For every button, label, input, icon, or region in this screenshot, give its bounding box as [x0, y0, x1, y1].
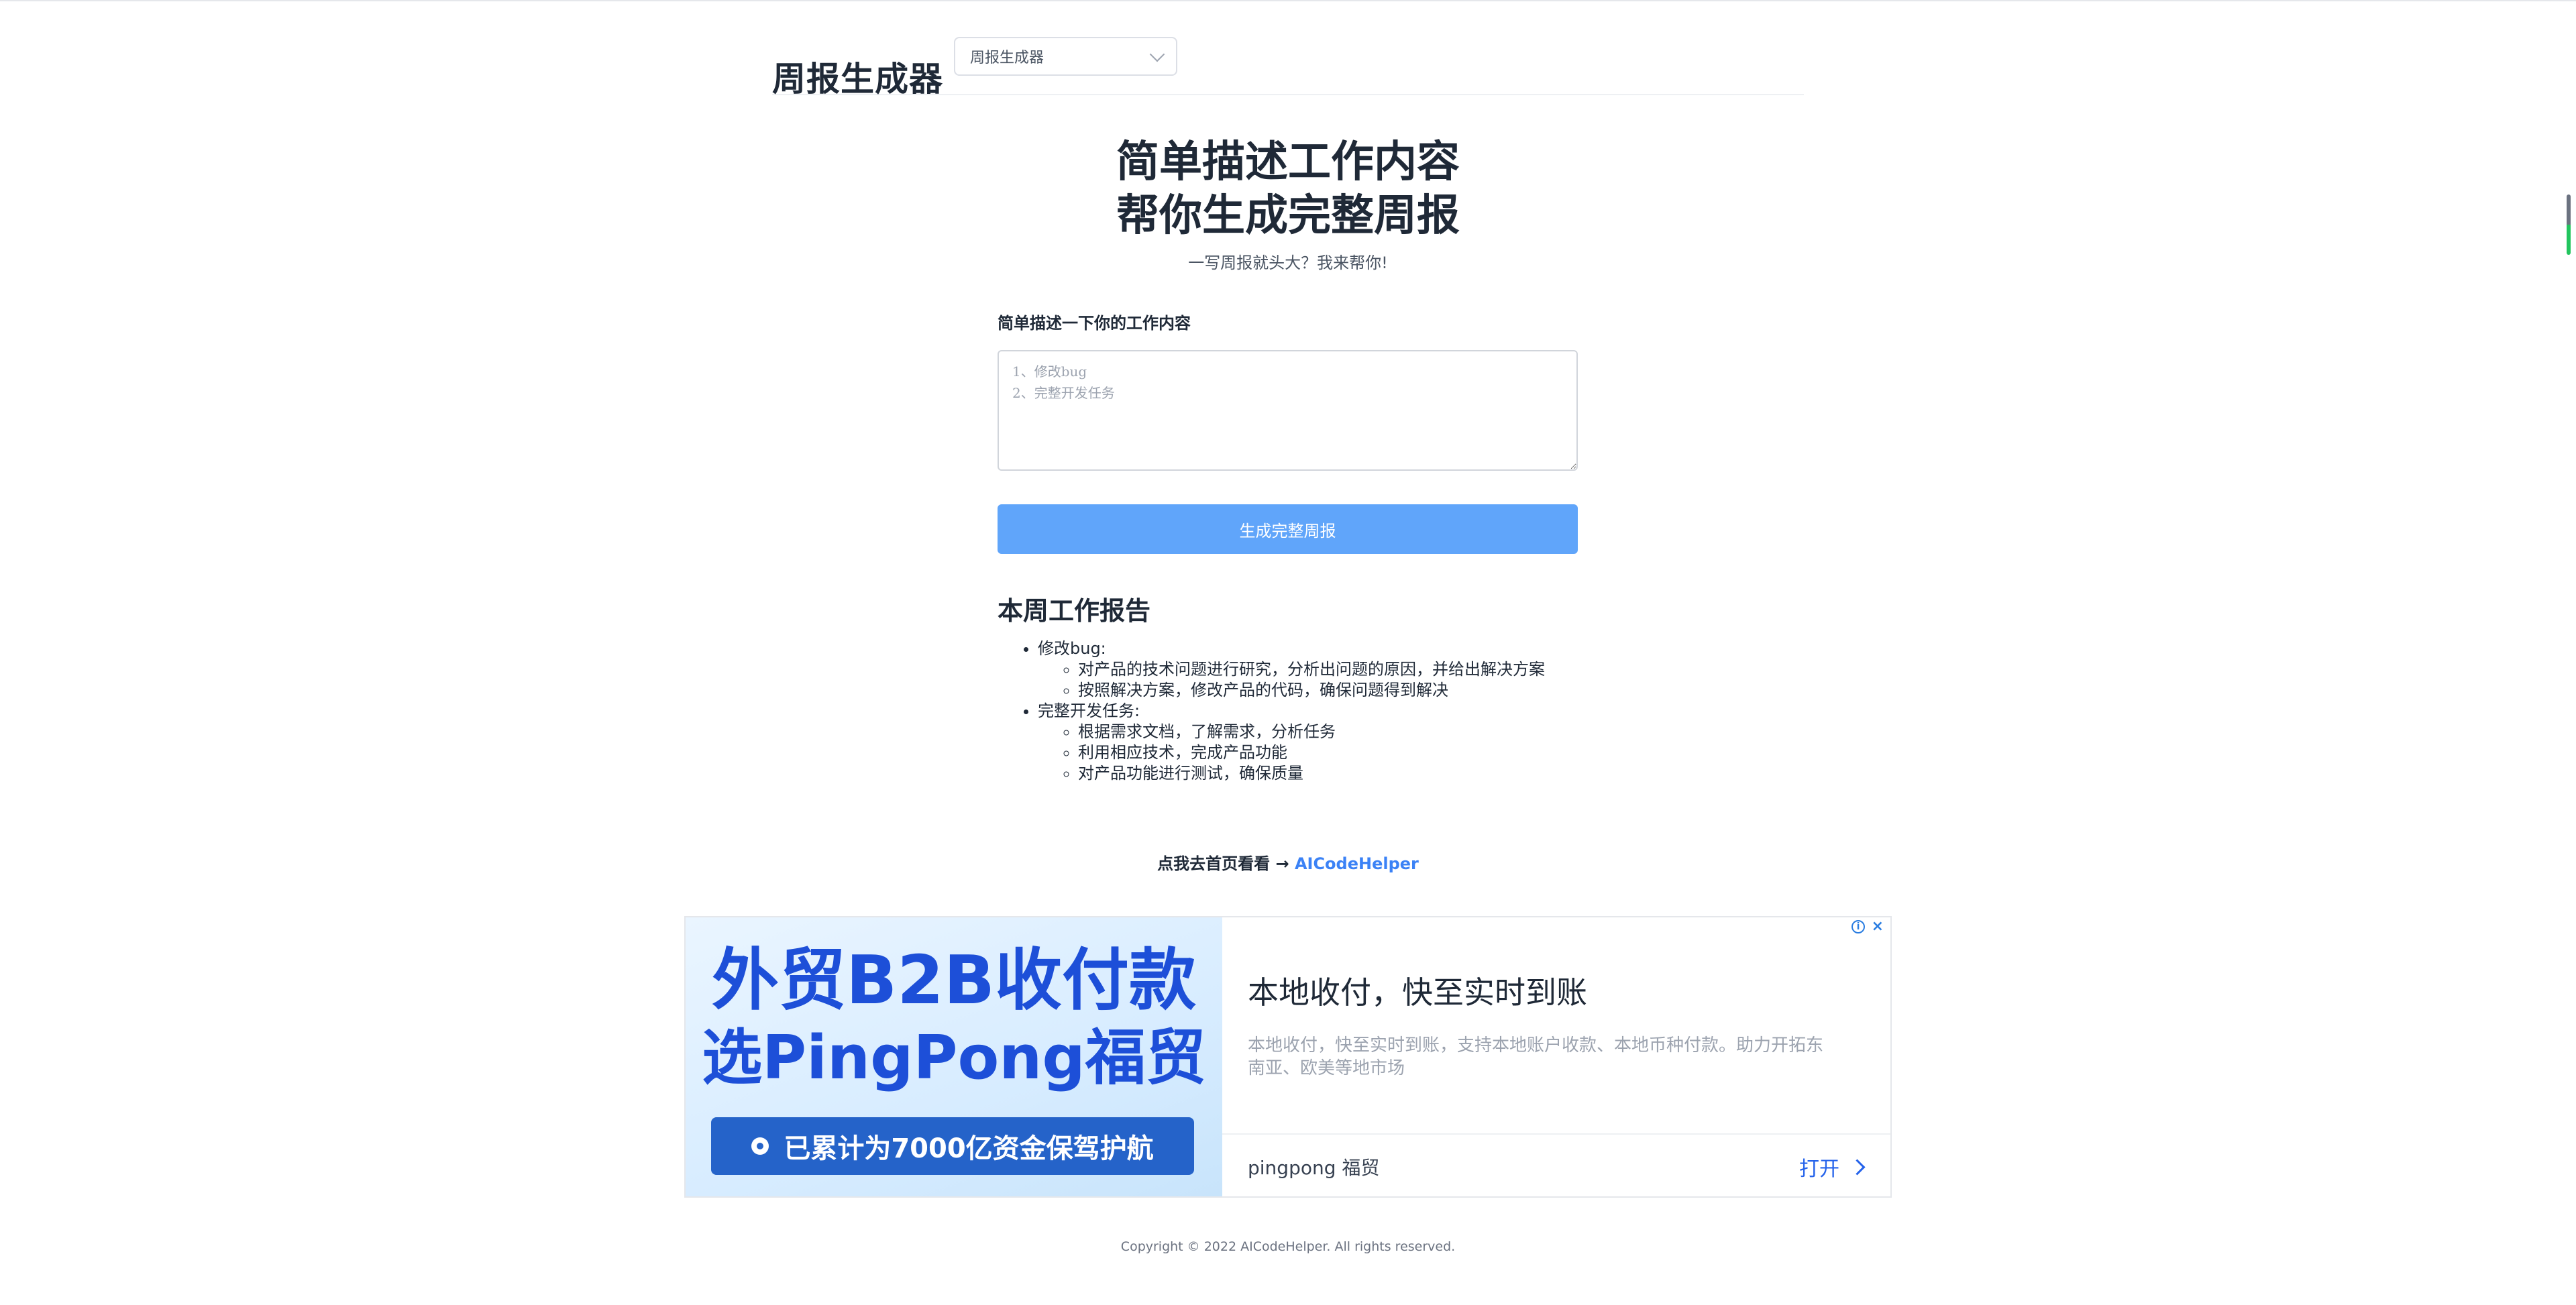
tool-select-value: 周报生成器 — [970, 50, 1044, 66]
report-title: 本周工作报告 — [998, 596, 1151, 626]
report-item: 对产品功能进行测试，确保质量 — [1078, 763, 1601, 784]
ad-open-button[interactable]: 打开 — [1799, 1152, 1866, 1182]
hero-title-line2: 帮你生成完整周报 — [1116, 191, 1460, 241]
report-section-title: 完整开发任务: — [1038, 701, 1140, 720]
ad-badge: 已累计为7000亿资金保驾护航 — [711, 1117, 1194, 1175]
report-section-title: 修改bug: — [1038, 639, 1106, 658]
hero-title-line1: 简单描述工作内容 — [1116, 137, 1460, 187]
page: 周报生成器 周报生成器 简单描述工作内容 帮你生成完整周报 一写周报就头大？我来… — [0, 0, 2576, 1305]
chevron-right-icon — [1849, 1158, 1866, 1176]
advertisement[interactable]: 外贸B2B收付款 选PingPong福贸 已累计为7000亿资金保驾护航 本地收… — [684, 916, 1892, 1198]
header: 周报生成器 周报生成器 — [772, 20, 1804, 99]
report-sublist: 根据需求文档，了解需求，分析任务 利用相应技术，完成产品功能 对产品功能进行测试… — [1038, 722, 1601, 784]
hero-subtitle: 一写周报就头大？我来帮你! — [1188, 253, 1388, 272]
ad-advertiser: pingpong 福贸 — [1248, 1157, 1380, 1179]
report-list: 修改bug: 对产品的技术问题进行研究，分析出问题的原因，并给出解决方案 按照解… — [998, 638, 1601, 784]
report-item: 根据需求文档，了解需求，分析任务 — [1078, 722, 1601, 742]
ad-heading[interactable]: 本地收付，快至实时到账 — [1248, 968, 1587, 1013]
app-title: 周报生成器 — [772, 60, 943, 99]
report-section: 完整开发任务: 根据需求文档，了解需求，分析任务 利用相应技术，完成产品功能 对… — [1038, 701, 1601, 784]
report-section: 修改bug: 对产品的技术问题进行研究，分析出问题的原因，并给出解决方案 按照解… — [1038, 638, 1601, 701]
top-divider — [0, 0, 2576, 1]
ad-headline-line2: 选PingPong福贸 — [702, 1023, 1206, 1093]
report-sublist: 对产品的技术问题进行研究，分析出问题的原因，并给出解决方案 按照解决方案，修改产… — [1038, 659, 1601, 701]
report-item: 利用相应技术，完成产品功能 — [1078, 742, 1601, 763]
ad-divider — [1222, 1133, 1890, 1135]
home-link-row: 点我去首页看看 → AICodeHelper — [885, 850, 1690, 874]
work-content-input[interactable] — [998, 350, 1578, 471]
ad-close-icon[interactable]: × — [1872, 919, 1884, 935]
scrollbar-thumb[interactable] — [2567, 194, 2571, 255]
work-content-label: 简单描述一下你的工作内容 — [998, 314, 1191, 333]
tool-select[interactable]: 周报生成器 — [954, 37, 1177, 76]
home-link-prefix: 点我去首页看看 → — [1157, 854, 1289, 873]
ad-banner-image[interactable]: 外贸B2B收付款 选PingPong福贸 已累计为7000亿资金保驾护航 — [686, 917, 1222, 1196]
chevron-down-icon — [1149, 46, 1165, 62]
ad-info-icon[interactable]: i — [1851, 920, 1865, 933]
generate-report-button[interactable]: 生成完整周报 — [998, 504, 1578, 554]
home-link[interactable]: AICodeHelper — [1295, 854, 1419, 873]
report-item: 按照解决方案，修改产品的代码，确保问题得到解决 — [1078, 680, 1601, 701]
report-item: 对产品的技术问题进行研究，分析出问题的原因，并给出解决方案 — [1078, 659, 1601, 680]
ad-open-label: 打开 — [1799, 1157, 1839, 1181]
footer-copyright: Copyright © 2022 AICodeHelper. All right… — [1120, 1239, 1456, 1254]
report-content: 修改bug: 对产品的技术问题进行研究，分析出问题的原因，并给出解决方案 按照解… — [998, 638, 1601, 784]
record-icon — [751, 1137, 769, 1155]
ad-description: 本地收付，快至实时到账，支持本地账户收款、本地币种付款。助力开拓东南亚、欧美等地… — [1248, 1035, 1824, 1078]
ad-badge-text: 已累计为7000亿资金保驾护航 — [784, 1133, 1154, 1164]
